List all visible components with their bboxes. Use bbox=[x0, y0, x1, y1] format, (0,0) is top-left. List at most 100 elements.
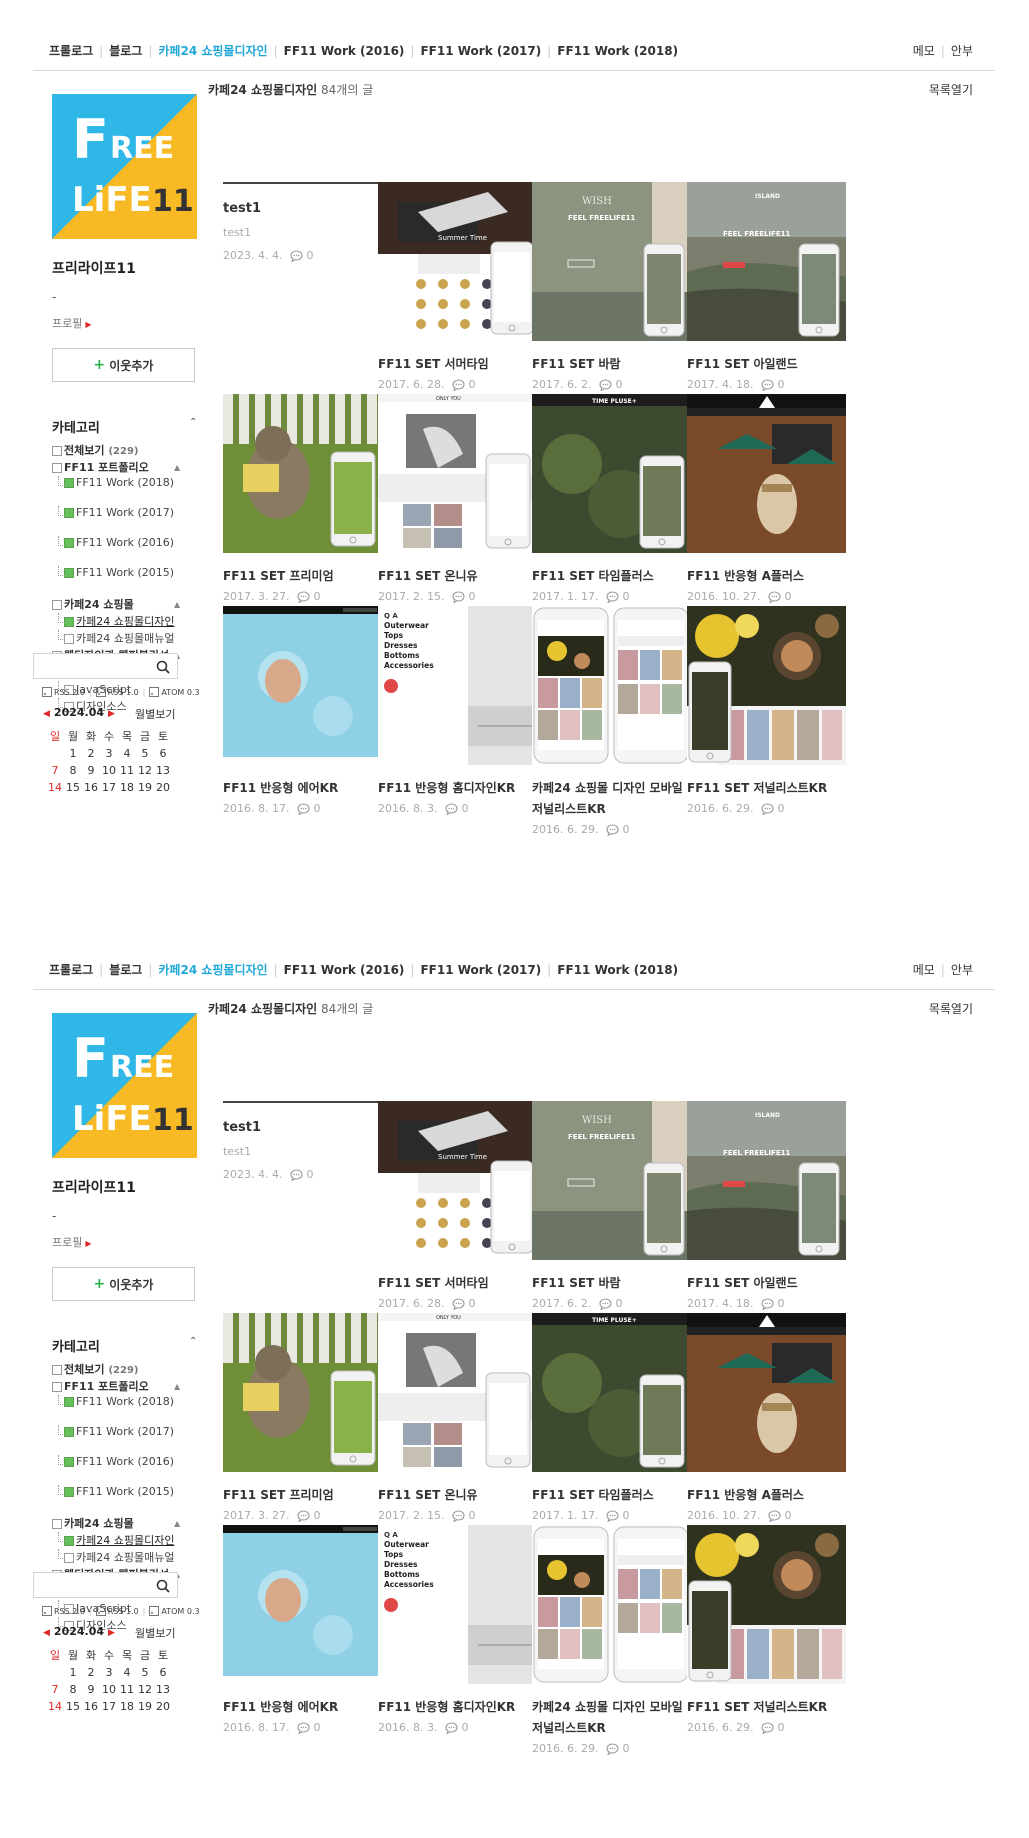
calendar-next-icon[interactable]: ▶ bbox=[108, 1628, 115, 1638]
post-title[interactable]: FF11 SET 프리미엄 bbox=[223, 566, 382, 587]
post-title[interactable]: FF11 반응형 에어KR bbox=[223, 1697, 382, 1718]
calendar-prev-icon[interactable]: ◀ bbox=[43, 1628, 50, 1638]
post-title[interactable]: FF11 SET 온니유 bbox=[378, 566, 537, 587]
calendar-day[interactable]: 5 bbox=[136, 1664, 154, 1681]
calendar-day[interactable]: 9 bbox=[82, 1681, 100, 1698]
post-card[interactable]: FF11 SET 저널리스트KR 2016. 6. 29. 0 bbox=[687, 1525, 846, 1734]
add-friend-button[interactable]: + 이웃추가 bbox=[52, 348, 195, 382]
post-title[interactable]: FF11 SET 바람 bbox=[532, 354, 691, 375]
post-title[interactable]: FF11 SET 바람 bbox=[532, 1273, 691, 1294]
blog-name[interactable]: 프리라이프11 bbox=[52, 258, 136, 278]
nav-link[interactable]: 프롤로그 bbox=[49, 961, 93, 978]
post-thumbnail[interactable]: WISH FEEL FREELIFE11 bbox=[532, 182, 691, 341]
post-title[interactable]: 카페24 쇼핑몰 디자인 모바일 저널리스트KR bbox=[532, 1697, 691, 1739]
calendar-day[interactable]: 18 bbox=[118, 1698, 136, 1715]
monthly-view-link[interactable]: 월별보기 bbox=[135, 706, 175, 722]
nav-link[interactable]: 카페24 쇼핑몰디자인 bbox=[158, 961, 267, 978]
post-thumbnail[interactable]: ONLY YOU bbox=[378, 1313, 537, 1472]
post-card[interactable]: FF11 반응형 A플러스 2016. 10. 27. 0 bbox=[687, 1313, 846, 1522]
category-item[interactable]: 카페24 쇼핑몰 ▲ bbox=[52, 596, 212, 613]
post-title[interactable]: test1 bbox=[223, 201, 382, 216]
post-comments[interactable]: 0 bbox=[290, 249, 313, 262]
category-item[interactable]: 카페24 쇼핑몰디자인 bbox=[52, 613, 212, 630]
post-card[interactable]: FF11 반응형 에어KR 2016. 8. 17. 0 bbox=[223, 606, 382, 815]
profile-link[interactable]: 프로필 ▶ bbox=[52, 1234, 92, 1250]
post-thumbnail[interactable]: Summer Time bbox=[378, 182, 537, 341]
calendar-day[interactable]: 4 bbox=[118, 1664, 136, 1681]
nav-link[interactable]: 프롤로그 bbox=[49, 42, 93, 59]
category-item[interactable]: FF11 Work (2015) bbox=[52, 1485, 212, 1515]
post-card[interactable]: Summer Time FF11 SET 서머타임 2017. 6. 28. 0 bbox=[378, 182, 537, 391]
calendar-day[interactable]: 15 bbox=[64, 1698, 82, 1715]
post-comments[interactable]: 0 bbox=[606, 823, 629, 836]
post-comments[interactable]: 0 bbox=[290, 1168, 313, 1181]
post-comments[interactable]: 0 bbox=[606, 1509, 629, 1522]
calendar-day[interactable]: 1 bbox=[64, 1664, 82, 1681]
add-friend-button[interactable]: + 이웃추가 bbox=[52, 1267, 195, 1301]
calendar-day[interactable]: 4 bbox=[118, 745, 136, 762]
caret-up-icon[interactable]: ▲ bbox=[174, 1515, 180, 1532]
nav-link[interactable]: FF11 Work (2018) bbox=[557, 44, 678, 58]
calendar-day[interactable]: 12 bbox=[136, 762, 154, 779]
post-title[interactable]: FF11 SET 서머타임 bbox=[378, 354, 537, 375]
post-thumbnail[interactable]: WISH FEEL FREELIFE11 bbox=[532, 1101, 691, 1260]
post-card[interactable]: ONLY YOU FF11 SET 온니유 2017. 2. 15. 0 bbox=[378, 394, 537, 603]
calendar-day[interactable]: 15 bbox=[64, 779, 82, 796]
post-card[interactable]: FF11 반응형 에어KR 2016. 8. 17. 0 bbox=[223, 1525, 382, 1734]
post-title[interactable]: FF11 SET 아일랜드 bbox=[687, 1273, 846, 1294]
category-item[interactable]: 전체보기 (229) bbox=[52, 1361, 212, 1378]
calendar-day[interactable]: 20 bbox=[154, 1698, 172, 1715]
chevron-up-icon[interactable]: ⌃ bbox=[189, 1336, 197, 1347]
post-thumbnail[interactable]: Q A Outerwear Tops Dresses Bottoms Accessorie… bbox=[378, 606, 537, 765]
post-card[interactable]: ISLAND FEEL FREELIFE11 FF11 SET 아일랜드 2017. … bbox=[687, 182, 846, 391]
post-comments[interactable]: 0 bbox=[452, 1297, 475, 1310]
post-card[interactable]: FF11 SET 저널리스트KR 2016. 6. 29. 0 bbox=[687, 606, 846, 815]
post-card[interactable]: FF11 SET 프리미엄 2017. 3. 27. 0 bbox=[223, 1313, 382, 1522]
rss-link[interactable]: RSS 1.0 bbox=[108, 1607, 139, 1616]
search-icon[interactable] bbox=[156, 659, 170, 678]
category-item[interactable]: FF11 Work (2016) bbox=[52, 1455, 212, 1485]
post-title[interactable]: FF11 SET 저널리스트KR bbox=[687, 1697, 846, 1718]
category-item[interactable]: 카페24 쇼핑몰디자인 bbox=[52, 1532, 212, 1549]
category-item[interactable]: 카페24 쇼핑몰매뉴얼 bbox=[52, 630, 212, 647]
post-comments[interactable]: 0 bbox=[761, 1721, 784, 1734]
post-comments[interactable]: 0 bbox=[606, 590, 629, 603]
calendar-day[interactable]: 16 bbox=[82, 1698, 100, 1715]
post-comments[interactable]: 0 bbox=[606, 1742, 629, 1755]
rss-link[interactable]: ATOM 0.3 bbox=[161, 1607, 199, 1616]
post-title[interactable]: FF11 반응형 홈디자인KR bbox=[378, 1697, 537, 1718]
post-card[interactable]: TIME PLUSE+ FF11 SET 타임플러스 2017. 1. 17. 0 bbox=[532, 394, 691, 603]
profile-link[interactable]: 프로필 ▶ bbox=[52, 315, 92, 331]
category-item[interactable]: FF11 Work (2016) bbox=[52, 536, 212, 566]
calendar-day[interactable]: 13 bbox=[154, 762, 172, 779]
post-thumbnail[interactable] bbox=[223, 1525, 382, 1684]
calendar-day[interactable]: 19 bbox=[136, 779, 154, 796]
post-card[interactable]: 카페24 쇼핑몰 디자인 모바일 저널리스트KR 2016. 6. 29. 0 bbox=[532, 1525, 691, 1755]
post-card[interactable]: Summer Time FF11 SET 서머타임 2017. 6. 28. 0 bbox=[378, 1101, 537, 1310]
calendar-day[interactable]: 20 bbox=[154, 779, 172, 796]
nav-link[interactable]: 블로그 bbox=[109, 42, 142, 59]
post-card[interactable]: ONLY YOU FF11 SET 온니유 2017. 2. 15. 0 bbox=[378, 1313, 537, 1522]
chevron-up-icon[interactable]: ⌃ bbox=[189, 417, 197, 428]
category-item[interactable]: FF11 Work (2017) bbox=[52, 1425, 212, 1455]
rss-link[interactable]: RSS 2.0 bbox=[54, 688, 85, 697]
post-comments[interactable]: 0 bbox=[599, 1297, 622, 1310]
category-item[interactable]: FF11 Work (2015) bbox=[52, 566, 212, 596]
post-comments[interactable]: 0 bbox=[445, 1721, 468, 1734]
calendar-day[interactable]: 7 bbox=[46, 762, 64, 779]
calendar-day[interactable]: 13 bbox=[154, 1681, 172, 1698]
calendar-day[interactable]: 2 bbox=[82, 1664, 100, 1681]
calendar-day[interactable]: 2 bbox=[82, 745, 100, 762]
text-post[interactable]: test1 test1 2023. 4. 4. 0 bbox=[223, 1101, 382, 1181]
post-thumbnail[interactable]: Summer Time bbox=[378, 1101, 537, 1260]
post-thumbnail[interactable] bbox=[532, 606, 691, 765]
category-item[interactable]: 전체보기 (229) bbox=[52, 442, 212, 459]
calendar-day[interactable]: 17 bbox=[100, 1698, 118, 1715]
nav-link[interactable]: FF11 Work (2016) bbox=[284, 963, 405, 977]
post-thumbnail[interactable]: ISLAND FEEL FREELIFE11 bbox=[687, 182, 846, 341]
post-title[interactable]: 카페24 쇼핑몰 디자인 모바일 저널리스트KR bbox=[532, 778, 691, 820]
post-title[interactable]: FF11 SET 타임플러스 bbox=[532, 566, 691, 587]
calendar-day[interactable]: 17 bbox=[100, 779, 118, 796]
calendar-next-icon[interactable]: ▶ bbox=[108, 709, 115, 719]
calendar-day[interactable]: 6 bbox=[154, 1664, 172, 1681]
